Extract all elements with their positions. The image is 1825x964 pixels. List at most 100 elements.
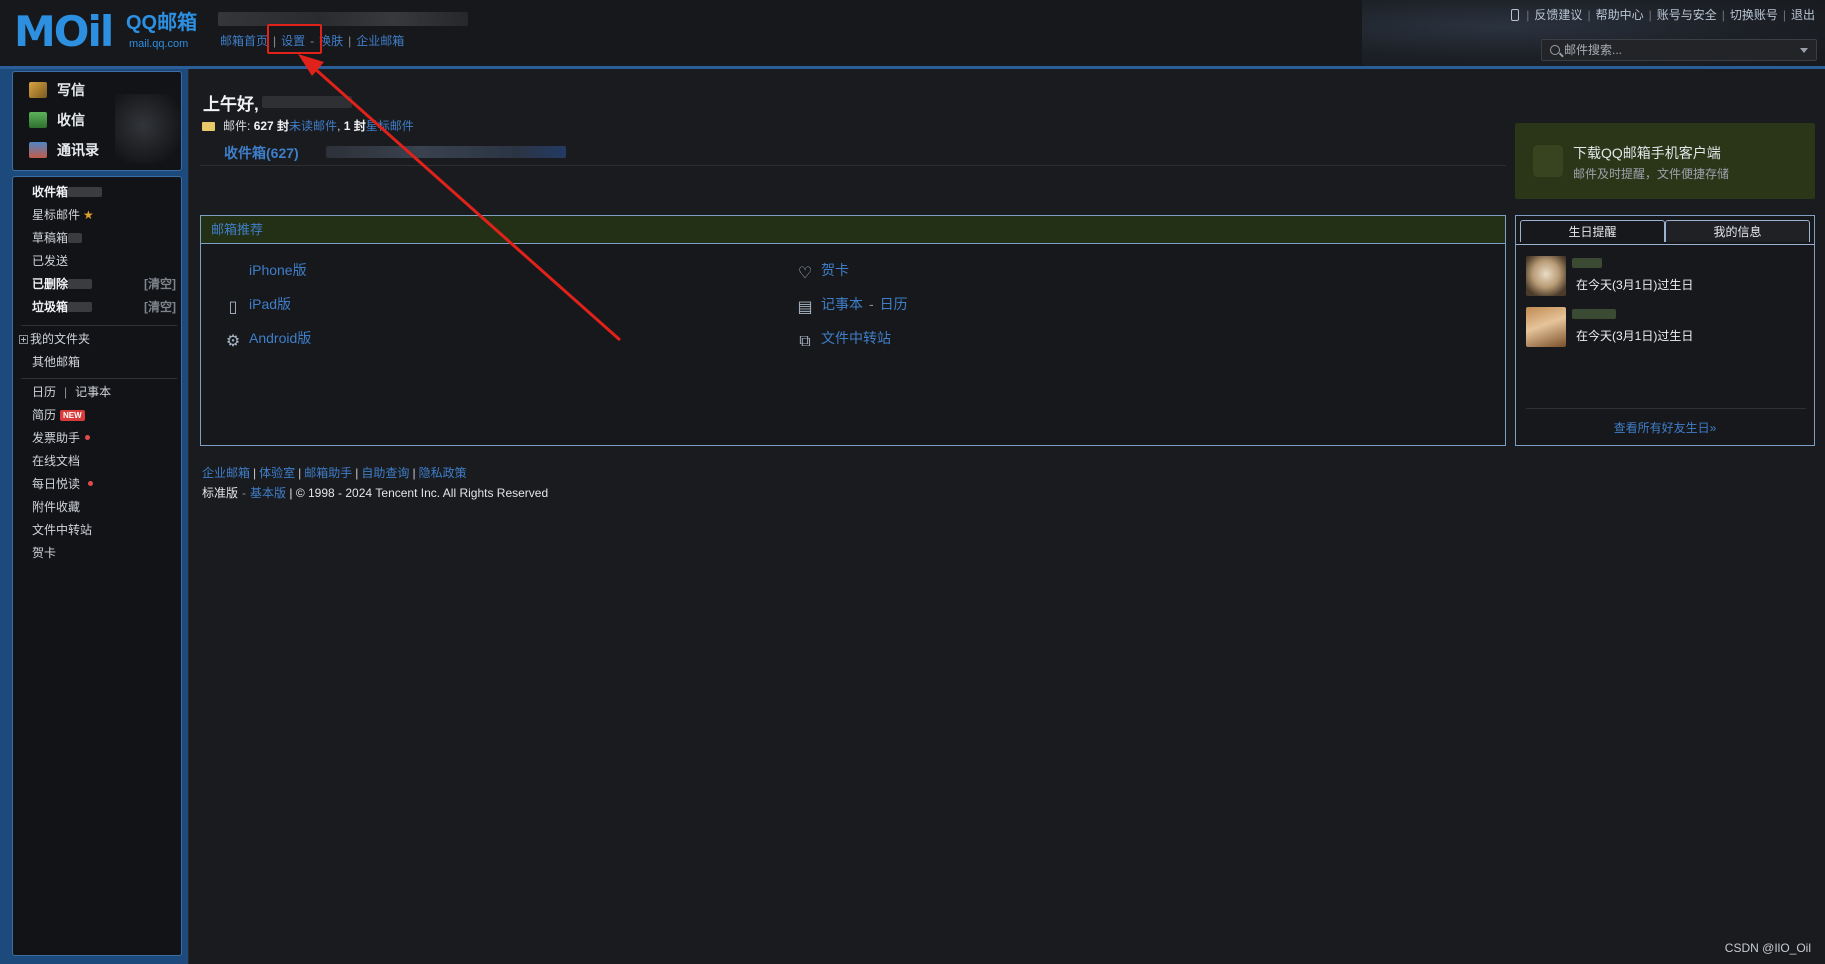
footer-self-service-link[interactable]: 自助查询 <box>361 466 409 480</box>
chevron-down-icon[interactable] <box>1800 48 1808 53</box>
file-transfer-link[interactable]: ⧉ 文件中转站 <box>797 328 891 350</box>
basic-edition-link[interactable]: 基本版 <box>250 486 286 500</box>
folder-drafts[interactable]: 草稿箱 <box>32 228 180 248</box>
nav-mail-home-link[interactable]: 邮箱首页 <box>220 34 268 48</box>
expand-plus-icon[interactable] <box>19 335 28 344</box>
phone-icon[interactable] <box>1511 9 1520 21</box>
iphone-version-link[interactable]: iPhone版 <box>225 260 307 280</box>
logout-link[interactable]: 退出 <box>1791 8 1815 22</box>
divider <box>200 165 1506 166</box>
folder-deleted[interactable]: 已删除 [清空] <box>32 274 180 294</box>
folder-label: 星标邮件 <box>32 208 81 222</box>
copyright-text: | © 1998 - 2024 Tencent Inc. All Rights … <box>289 486 549 500</box>
mail-search-input[interactable] <box>1564 41 1784 59</box>
calendar-link[interactable]: 日历 <box>880 296 908 312</box>
attachment-favorites-item[interactable]: 附件收藏 <box>32 497 180 517</box>
friend-name-redacted <box>1572 309 1616 319</box>
contacts-button[interactable]: 通讯录 <box>29 138 149 162</box>
nav-enterprise-mail-link[interactable]: 企业邮箱 <box>356 34 404 48</box>
recommend-title: 邮箱推荐 <box>201 216 1505 244</box>
top-separator: | <box>1782 8 1786 22</box>
android-icon: ⚙ <box>225 333 241 350</box>
ipad-version-link[interactable]: ▯ iPad版 <box>225 294 291 316</box>
tool-separator: | <box>64 385 68 399</box>
folder-inbox[interactable]: 收件箱 <box>32 182 180 202</box>
resume-item[interactable]: 简历 NEW <box>32 405 180 425</box>
tab-birthday-reminder[interactable]: 生日提醒 <box>1520 220 1665 242</box>
other-mail-item[interactable]: 其他邮箱 <box>32 352 180 372</box>
invoice-assistant-item[interactable]: 发票助手 <box>32 428 180 448</box>
clear-spam-link[interactable]: [清空] <box>144 297 176 317</box>
calendar-notes-row: 日历 | 记事本 <box>32 382 180 402</box>
account-security-link[interactable]: 账号与安全 <box>1657 8 1717 22</box>
birthday-friend[interactable]: 在今天(3月1日)过生日 <box>1526 256 1806 300</box>
footer-lab-link[interactable]: 体验室 <box>259 466 295 480</box>
clear-deleted-link[interactable]: [清空] <box>144 274 176 294</box>
folder-starred[interactable]: 星标邮件 ★ <box>32 205 180 225</box>
folder-label: 收件箱 <box>32 185 69 199</box>
greeting-text: 上午好, <box>203 95 259 114</box>
apple-icon <box>225 261 241 278</box>
greeting-card-item[interactable]: 贺卡 <box>32 543 180 563</box>
compose-panel: 写信 收信 通讯录 <box>12 71 182 171</box>
android-version-link[interactable]: ⚙ Android版 <box>225 328 311 350</box>
footer-enterprise-link[interactable]: 企业邮箱 <box>202 466 250 480</box>
card-label: 贺卡 <box>821 262 849 278</box>
ipad-label: iPad版 <box>249 296 292 312</box>
birthday-friend[interactable]: 在今天(3月1日)过生日 <box>1526 307 1806 351</box>
account-name-redacted <box>218 12 468 26</box>
starred-mail-link[interactable]: 星标邮件 <box>366 119 414 133</box>
compose-button[interactable]: 写信 <box>29 78 149 102</box>
mail-search-box[interactable] <box>1541 39 1817 61</box>
my-folders-item[interactable]: 我的文件夹 <box>19 329 167 349</box>
nav-skin-link[interactable]: 换肤 <box>319 34 343 48</box>
mail-stats: 邮件: 627 封未读邮件, 1 封星标邮件 <box>202 117 414 134</box>
promo-subtitle: 邮件及时提醒，文件便捷存储 <box>1573 167 1730 181</box>
receive-button[interactable]: 收信 <box>29 108 149 132</box>
avatar[interactable] <box>1526 307 1566 347</box>
feedback-link[interactable]: 反馈建议 <box>1534 8 1582 22</box>
calendar-icon: ▤ <box>797 299 813 316</box>
folder-spam[interactable]: 垃圾箱 [清空] <box>32 297 180 317</box>
birthday-message: 在今天(3月1日)过生日 <box>1576 329 1694 343</box>
file-transfer-item[interactable]: 文件中转站 <box>32 520 180 540</box>
calendar-link[interactable]: 日历 <box>32 385 56 399</box>
greeting-card-link[interactable]: ♡ 贺卡 <box>797 260 849 282</box>
mobile-client-promo[interactable]: 下载QQ邮箱手机客户端 邮件及时提醒，文件便捷存储 <box>1515 123 1815 199</box>
footer-privacy-link[interactable]: 隐私政策 <box>419 466 467 480</box>
inbox-summary-link[interactable]: 收件箱(627) <box>224 143 299 163</box>
count-redacted <box>68 233 83 243</box>
footer-separator: | <box>298 466 302 480</box>
qq-mail-logo[interactable]: MOil QQ邮箱 mail.qq.com <box>14 10 204 54</box>
switch-account-link[interactable]: 切换账号 <box>1730 8 1778 22</box>
birthday-panel: 生日提醒 我的信息 在今天(3月1日)过生日 在今天(3月1日)过生日 查看所有… <box>1515 215 1815 446</box>
folder-label: 垃圾箱 <box>32 300 69 314</box>
receive-label: 收信 <box>57 112 85 128</box>
top-separator: | <box>1526 8 1530 22</box>
resume-label: 简历 <box>32 408 57 422</box>
tab-my-info[interactable]: 我的信息 <box>1665 220 1810 242</box>
greeting-card-label: 贺卡 <box>32 546 57 560</box>
iphone-label: iPhone版 <box>249 262 307 278</box>
unread-mail-link[interactable]: 未读邮件 <box>289 119 337 133</box>
daily-reading-item[interactable]: 每日悦读 <box>32 474 180 494</box>
folder-label: 已发送 <box>32 254 69 268</box>
view-all-birthdays-link[interactable]: 查看所有好友生日» <box>1516 419 1814 436</box>
notes-link[interactable]: 记事本 <box>821 296 863 312</box>
tab-underline <box>1516 244 1814 245</box>
birthday-tabs: 生日提醒 我的信息 <box>1520 220 1810 242</box>
online-docs-item[interactable]: 在线文档 <box>32 451 180 471</box>
help-center-link[interactable]: 帮助中心 <box>1596 8 1644 22</box>
mailbox-recommend-panel: 邮箱推荐 iPhone版 ▯ iPad版 ⚙ Android版 ♡ 贺卡 ▤ 记事本 - 日… <box>200 215 1506 446</box>
notification-dot <box>88 481 94 486</box>
copyright-line: 标准版 - 基本版 | © 1998 - 2024 Tencent Inc. All… <box>202 484 548 501</box>
avatar[interactable] <box>1526 256 1566 296</box>
username-redacted <box>262 96 352 108</box>
notification-dot <box>85 435 91 440</box>
notes-link[interactable]: 记事本 <box>75 385 111 399</box>
inbox-download-icon <box>29 112 47 128</box>
folder-sent[interactable]: 已发送 <box>32 251 180 271</box>
header: MOil QQ邮箱 mail.qq.com 邮箱首页 | 设置 - 换肤 | 企业邮箱 | 反… <box>0 0 1825 66</box>
footer-assistant-link[interactable]: 邮箱助手 <box>304 466 352 480</box>
contacts-label: 通讯录 <box>57 142 99 158</box>
